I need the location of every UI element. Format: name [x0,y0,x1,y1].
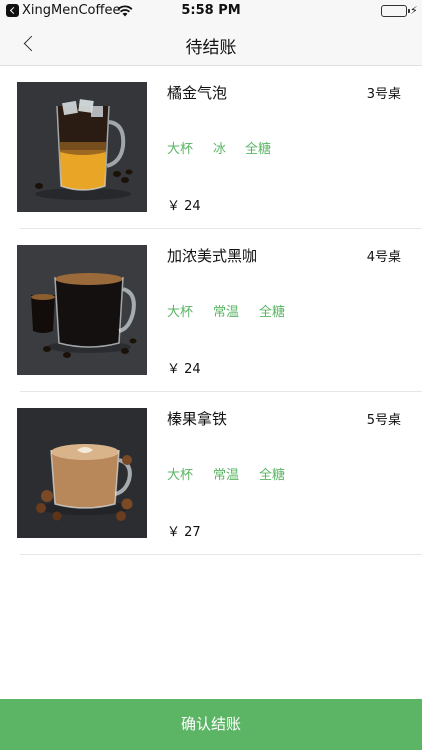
price: ￥ 24 [167,362,201,377]
status-time: 5:58 PM [181,3,241,18]
size-option: 大杯 [167,142,194,157]
table-number: 5号桌 [366,413,401,428]
size-option: 大杯 [167,305,194,320]
confirm-checkout-button[interactable]: 确认结账 [0,699,422,750]
sugar-option: 全糖 [259,468,286,483]
drink-image [17,82,147,212]
temperature-option: 常温 [213,305,240,320]
drink-options: 大杯 常温 全糖 [167,301,305,320]
table-number: 4号桌 [366,250,401,265]
sugar-option: 全糖 [259,305,286,320]
drink-name: 榛果拿铁 [167,410,228,428]
table-number: 3号桌 [366,87,401,102]
status-bar: XingMenCoffee 5:58 PM ⚡ [0,0,422,22]
price: ￥ 27 [167,525,201,540]
drink-options: 大杯 冰 全糖 [167,138,291,157]
drink-image [17,245,147,375]
drink-name: 橘金气泡 [167,84,228,102]
sugar-option: 全糖 [245,142,272,157]
order-item[interactable]: 榛果拿铁 5号桌 大杯 常温 全糖 ￥ 27 [0,392,422,555]
drink-image [17,408,147,538]
divider [20,554,422,555]
price: ￥ 24 [167,199,201,214]
size-option: 大杯 [167,468,194,483]
battery-icon [381,5,410,17]
drink-options: 大杯 常温 全糖 [167,464,305,483]
drink-name: 加浓美式黑咖 [167,247,258,265]
page-title: 待结账 [185,38,237,58]
temperature-option: 常温 [213,468,240,483]
temperature-option: 冰 [213,142,227,157]
order-item[interactable]: 橘金气泡 3号桌 大杯 冰 全糖 ￥ 24 [0,66,422,229]
order-list: 橘金气泡 3号桌 大杯冰全糖 ￥ 24 加浓美式黑咖 4号桌 大杯 常温 全糖 … [0,66,422,555]
bolt-icon: ⚡ [410,4,418,17]
order-item[interactable]: 加浓美式黑咖 4号桌 大杯 常温 全糖 ￥ 24 [0,229,422,392]
nav-bar: 待结账 [0,22,422,66]
